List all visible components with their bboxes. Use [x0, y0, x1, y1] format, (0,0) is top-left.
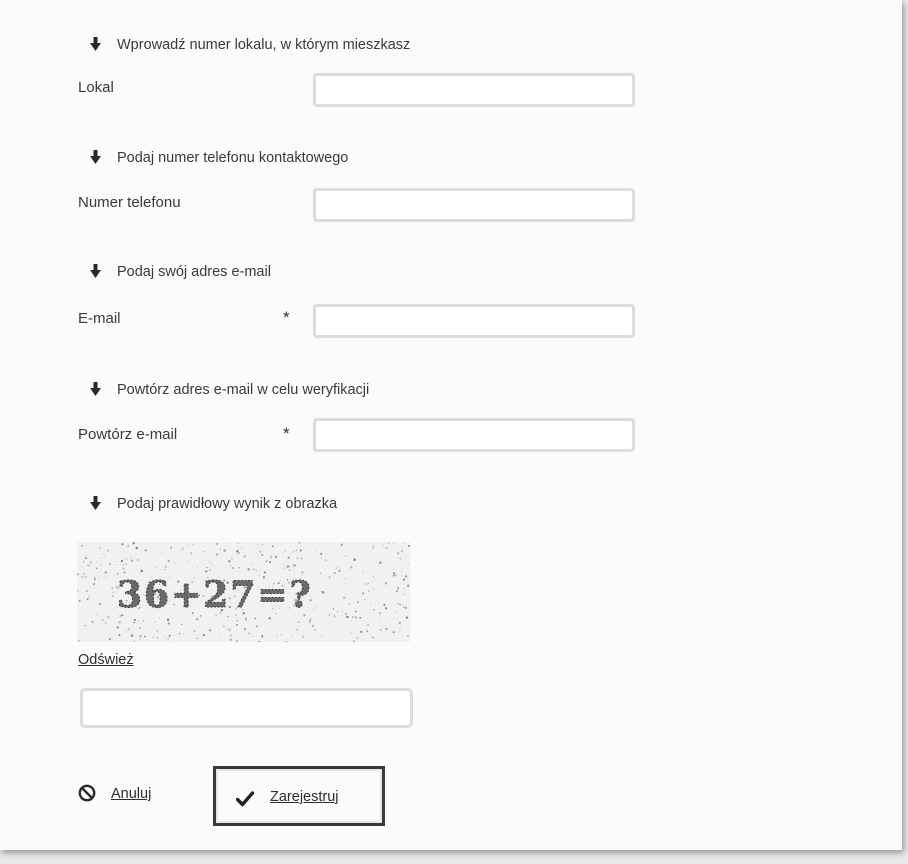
hint-email-repeat: Powtórz adres e-mail w celu weryfikacji — [90, 382, 369, 398]
email-repeat-input[interactable] — [313, 418, 635, 452]
hint-text: Powtórz adres e-mail w celu weryfikacji — [117, 382, 370, 398]
register-button[interactable]: Zarejestruj — [213, 766, 385, 826]
arrow-down-icon — [90, 150, 101, 164]
required-marker: * — [283, 424, 290, 443]
register-label: Zarejestruj — [270, 789, 339, 805]
arrow-down-icon — [90, 496, 101, 510]
hint-captcha: Podaj prawidłowy wynik z obrazka — [90, 496, 337, 512]
cancel-link[interactable]: Anuluj — [78, 784, 151, 802]
hint-text: Podaj swój adres e-mail — [117, 264, 271, 280]
refresh-captcha-link[interactable]: Odśwież — [78, 652, 134, 668]
arrow-down-icon — [90, 264, 101, 278]
label-email-repeat: Powtórz e-mail — [78, 426, 178, 443]
hint-email: Podaj swój adres e-mail — [90, 264, 271, 280]
captcha-answer-input[interactable] — [80, 688, 413, 728]
label-lokal: Lokal — [78, 79, 114, 96]
hint-text: Podaj prawidłowy wynik z obrazka — [117, 496, 338, 512]
cancel-label: Anuluj — [111, 786, 152, 802]
label-email: E-mail — [78, 310, 121, 327]
captcha-text: 36+27=? — [117, 574, 313, 616]
registration-form: Wprowadź numer lokalu, w którym mieszkas… — [0, 0, 902, 850]
phone-input[interactable] — [313, 188, 635, 222]
captcha-image: 36+27=? — [77, 542, 410, 642]
lokal-input[interactable] — [313, 73, 635, 107]
label-phone: Numer telefonu — [78, 194, 181, 211]
required-marker: * — [283, 308, 290, 327]
hint-text: Wprowadź numer lokalu, w którym mieszkas… — [117, 37, 411, 53]
arrow-down-icon — [90, 382, 101, 396]
arrow-down-icon — [90, 37, 101, 51]
hint-phone: Podaj numer telefonu kontaktowego — [90, 150, 348, 166]
hint-text: Podaj numer telefonu kontaktowego — [117, 150, 349, 166]
email-input[interactable] — [313, 304, 635, 338]
check-icon — [236, 791, 254, 807]
ban-icon — [78, 784, 96, 802]
hint-lokal: Wprowadź numer lokalu, w którym mieszkas… — [90, 37, 410, 53]
